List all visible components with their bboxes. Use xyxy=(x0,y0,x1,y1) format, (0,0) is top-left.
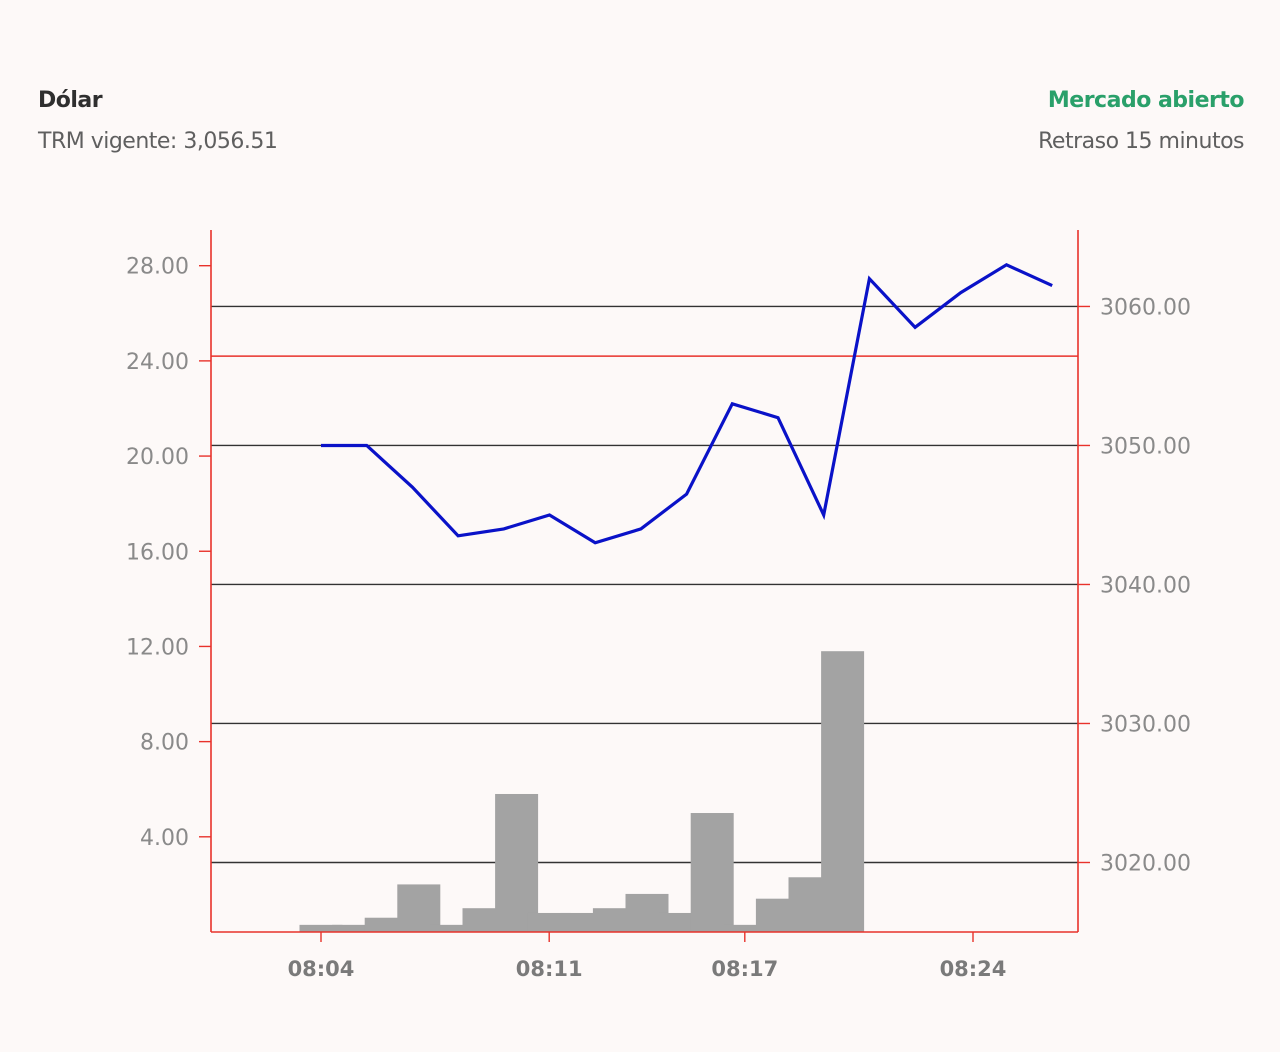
right-tick-label: 3060.00 xyxy=(1100,295,1191,320)
right-tick-label: 3020.00 xyxy=(1100,851,1191,876)
right-tick-label: 3050.00 xyxy=(1100,434,1191,459)
chart-axes xyxy=(199,230,1090,942)
volume-bars xyxy=(299,651,865,932)
volume-bar xyxy=(495,793,539,932)
price-volume-chart: 4.00 8.00 12.00 16.00 20.00 24.00 28.00 3020.00… xyxy=(126,230,1191,981)
left-tick-label: 4.00 xyxy=(140,826,189,851)
x-tick-label: 08:04 xyxy=(288,957,355,981)
volume-bar xyxy=(821,651,865,932)
left-tick-label: 12.00 xyxy=(126,635,189,660)
right-tick-label: 3040.00 xyxy=(1100,573,1191,598)
x-tick-label: 08:24 xyxy=(940,957,1007,981)
tick-labels: 4.00 8.00 12.00 16.00 20.00 24.00 28.00 3020.00… xyxy=(126,255,1191,981)
left-tick-label: 24.00 xyxy=(126,350,189,375)
right-tick-label: 3030.00 xyxy=(1100,712,1191,737)
x-tick-label: 08:11 xyxy=(516,957,583,981)
left-tick-label: 28.00 xyxy=(126,255,189,280)
grid-lines xyxy=(211,305,1078,864)
x-tick-label: 08:17 xyxy=(711,957,778,981)
left-tick-label: 8.00 xyxy=(140,731,189,756)
left-tick-label: 20.00 xyxy=(126,445,189,470)
volume-bar xyxy=(690,813,734,932)
left-tick-label: 16.00 xyxy=(126,540,189,565)
